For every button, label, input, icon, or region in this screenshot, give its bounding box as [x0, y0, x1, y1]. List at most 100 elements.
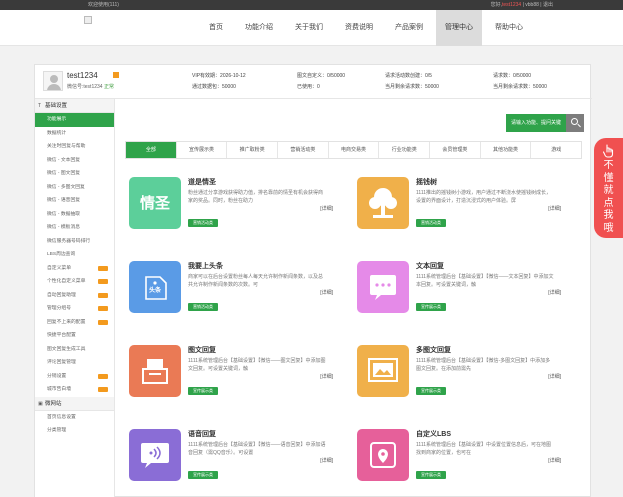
- sidebar-item[interactable]: 微信 - 语音回复: [35, 194, 114, 208]
- sidebar-item[interactable]: 评论回复管理: [35, 356, 114, 370]
- logout-link[interactable]: 退出: [543, 2, 553, 8]
- sidebar-item[interactable]: 回复不上来的配置: [35, 316, 114, 330]
- new-tag-icon: [98, 373, 108, 379]
- search-icon[interactable]: [566, 114, 584, 132]
- nav-item-cases[interactable]: 产品案例: [386, 10, 432, 46]
- money-tree-icon[interactable]: [357, 177, 409, 229]
- category-tab[interactable]: 电商交易类: [329, 142, 380, 158]
- new-tag-icon: [98, 306, 108, 311]
- sidebar-item[interactable]: LBS周边查询: [35, 248, 114, 262]
- card-detail-link[interactable]: [详细]: [548, 373, 561, 380]
- card-detail-link[interactable]: [详细]: [548, 205, 561, 212]
- sidebar-section-microsite[interactable]: ▣ 微网站: [35, 396, 114, 411]
- card-category-tag[interactable]: 宣传展示类: [188, 471, 218, 479]
- sidebar-item[interactable]: 分销设置: [35, 370, 114, 384]
- card-category-tag[interactable]: 宣传展示类: [188, 387, 218, 395]
- card-title[interactable]: 文本回复: [416, 261, 444, 271]
- feature-card[interactable]: 头条 我要上头条 商家可以在后台设置粉丝每人每天允许制作新闻条数，以及总共允许制作新…: [115, 261, 335, 323]
- text-reply-icon[interactable]: [357, 261, 409, 313]
- card-detail-link[interactable]: [详细]: [320, 373, 333, 380]
- sidebar-item[interactable]: 自定义菜单: [35, 262, 114, 276]
- card-category-tag[interactable]: 宣传展示类: [416, 387, 446, 395]
- card-category-tag[interactable]: 宣传展示类: [416, 303, 446, 311]
- sidebar-item[interactable]: 功能展示: [35, 113, 114, 127]
- nav-item-help[interactable]: 帮助中心: [486, 10, 532, 46]
- card-category-tag[interactable]: 营销活动类: [188, 219, 218, 227]
- sidebar-section-label: 基础设置: [45, 103, 68, 109]
- card-category-tag[interactable]: 营销活动类: [416, 219, 446, 227]
- card-category-tag[interactable]: 宣传展示类: [416, 471, 446, 479]
- add-feature-button[interactable]: 请输入功能、提问关键: [506, 114, 566, 132]
- nav-item-home[interactable]: 首页: [200, 10, 232, 46]
- sidebar-item[interactable]: 快捷平台配置: [35, 329, 114, 343]
- card-detail-link[interactable]: [详细]: [320, 457, 333, 464]
- category-tab[interactable]: 会员管理类: [430, 142, 481, 158]
- card-title[interactable]: 多图文回复: [416, 345, 451, 355]
- card-detail-link[interactable]: [详细]: [320, 289, 333, 296]
- sidebar-item[interactable]: 微信 - 文本回复: [35, 154, 114, 168]
- stat-requests: 请求数：0/50000: [493, 73, 532, 79]
- category-tab[interactable]: 游戏: [531, 142, 581, 158]
- category-tab[interactable]: 行业功能类: [379, 142, 431, 158]
- category-tab[interactable]: 宣传展示类: [177, 142, 228, 158]
- card-title[interactable]: 语音回复: [188, 429, 216, 439]
- lbs-pin-icon[interactable]: [357, 429, 409, 481]
- sidebar-item[interactable]: 微信 - 模板消息: [35, 221, 114, 235]
- card-detail-link[interactable]: [详细]: [320, 205, 333, 212]
- sidebar-item[interactable]: 微信 - 多图文回复: [35, 181, 114, 195]
- help-float-widget[interactable]: 不懂就点我哦: [594, 138, 623, 238]
- card-detail-link[interactable]: [详细]: [548, 289, 561, 296]
- sidebar-item[interactable]: 分类管理: [35, 424, 114, 438]
- sidebar-item[interactable]: 微信 - 数据抽取: [35, 208, 114, 222]
- sidebar-item[interactable]: 图文回复生成工具: [35, 343, 114, 357]
- card-description: 1111推出的摇钱树小游戏，用户通过不断浇水使摇钱树成长，设置的界面设计，打造沉…: [416, 190, 552, 204]
- card-description: 1111系统管理后台【基础设置】【微信-多图文回复】中添加多图文回复。在添加前需…: [416, 358, 551, 372]
- sidebar-item[interactable]: 微信服务器号码排行: [35, 235, 114, 249]
- voice-reply-icon[interactable]: [129, 429, 181, 481]
- feature-card[interactable]: 多图文回复 1111系统管理后台【基础设置】【微信-多图文回复】中添加多图文回复。…: [343, 345, 563, 407]
- sidebar-item[interactable]: 自动回复助理: [35, 289, 114, 303]
- card-title[interactable]: 道是情圣: [188, 177, 216, 187]
- feature-card[interactable]: 图文回复 1111系统管理后台【基础设置】【微信——图文回复】中添加图文回复。可设…: [115, 345, 335, 407]
- feature-card[interactable]: 文本回复 1111系统管理后台【基础设置】【微信——文本回复】中添加文本回复。可设…: [343, 261, 563, 323]
- card-title[interactable]: 我要上头条: [188, 261, 223, 271]
- card-title[interactable]: 图文回复: [188, 345, 216, 355]
- sidebar-item-label: 微信 - 模板消息: [47, 225, 81, 230]
- sidebar-item[interactable]: 首页信息设置: [35, 411, 114, 425]
- card-title[interactable]: 自定义LBS: [416, 429, 451, 439]
- sidebar-item[interactable]: 个性化自定义菜单: [35, 275, 114, 289]
- category-tab[interactable]: 推广取粉类: [227, 142, 279, 158]
- sidebar-item[interactable]: 微信 - 图文回复: [35, 167, 114, 181]
- card-detail-link[interactable]: [详细]: [548, 457, 561, 464]
- lovers-icon[interactable]: 情圣: [129, 177, 181, 229]
- feature-card[interactable]: 语音回复 1111系统管理后台【基础设置】【微信——语音回复】中添加语音回复（需Q…: [115, 429, 335, 491]
- sidebar-item[interactable]: 关注时回复与帮助: [35, 140, 114, 154]
- sidebar-item-label: LBS周边查询: [47, 252, 76, 257]
- new-tag-icon: [98, 319, 108, 325]
- category-tab[interactable]: 全部: [126, 142, 177, 158]
- nav-item-features[interactable]: 功能介绍: [236, 10, 282, 46]
- sidebar-item[interactable]: 管理分组号: [35, 302, 114, 316]
- sidebar-item-label: 回复不上来的配置: [47, 319, 86, 325]
- account-name-link[interactable]: test1234: [502, 2, 521, 8]
- category-tab[interactable]: 其他功能类: [481, 142, 532, 158]
- sidebar-section-basic[interactable]: T 基础设置: [35, 99, 114, 113]
- stat-used: 已使用：0: [297, 84, 320, 90]
- vip-badge-icon: [113, 72, 119, 78]
- card-category-tag[interactable]: 营销活动类: [188, 303, 218, 311]
- logo-broken-image-icon[interactable]: [84, 16, 92, 24]
- card-title[interactable]: 摇钱树: [416, 177, 437, 187]
- feature-card[interactable]: 摇钱树 1111推出的摇钱树小游戏，用户通过不断浇水使摇钱树成长，设置的界面设计，…: [343, 177, 563, 239]
- multi-image-icon[interactable]: [357, 345, 409, 397]
- category-tab[interactable]: 营销活动类: [278, 142, 329, 158]
- image-text-icon[interactable]: [129, 345, 181, 397]
- feature-card[interactable]: 情圣 道是情圣 粉丝通过分享游戏获得助力值，排名靠前的情圣有机会获得商家的奖品。同时…: [115, 177, 335, 239]
- main-area: 请输入功能、提问关键 全部 宣传展示类 推广取粉类 营销活动类 电商交易类 行业功能类 会员…: [115, 99, 592, 497]
- headline-icon[interactable]: 头条: [129, 261, 181, 313]
- nav-item-pricing[interactable]: 资费说明: [336, 10, 382, 46]
- nav-item-admin[interactable]: 管理中心: [436, 10, 482, 46]
- feature-card[interactable]: 自定义LBS 1111系统管理后台【基础设置】中设置位置信息后，可在地图找到商家的…: [343, 429, 563, 491]
- sidebar-item[interactable]: 城市告白墙: [35, 383, 114, 397]
- nav-item-about[interactable]: 关于我们: [286, 10, 332, 46]
- sidebar-item[interactable]: 数据统计: [35, 127, 114, 141]
